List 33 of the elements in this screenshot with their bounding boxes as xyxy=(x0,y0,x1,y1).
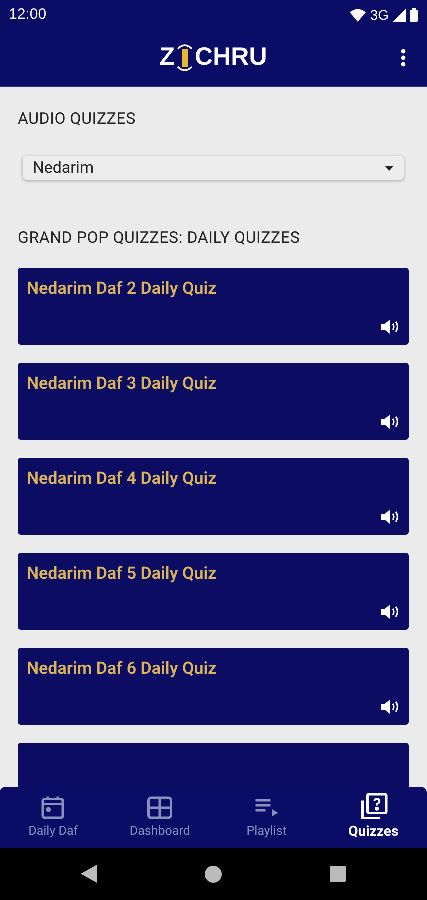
quiz-title: Nedarim Daf 2 Daily Quiz xyxy=(27,279,217,299)
quiz-card[interactable]: Nedarim Daf 2 Daily Quiz xyxy=(18,268,409,345)
speaker-icon[interactable] xyxy=(381,699,401,715)
battery-icon xyxy=(410,8,418,22)
wifi-icon xyxy=(350,8,366,22)
quiz-icon xyxy=(358,792,389,822)
quiz-title: Nedarim Daf 5 Daily Quiz xyxy=(27,564,217,584)
speaker-icon[interactable] xyxy=(381,604,401,620)
quiz-title: Nedarim Daf 3 Daily Quiz xyxy=(27,374,217,394)
status-time: 12:00 xyxy=(9,4,47,25)
speaker-icon[interactable] xyxy=(381,509,401,525)
speaker-icon[interactable] xyxy=(381,319,401,335)
quiz-title: Nedarim Daf 4 Daily Quiz xyxy=(27,469,217,489)
more-icon xyxy=(400,49,406,67)
nav-tab[interactable]: Daily Daf xyxy=(3,787,104,848)
quiz-card[interactable]: Nedarim Daf 6 Daily Quiz xyxy=(18,648,409,725)
home-icon[interactable] xyxy=(205,866,222,882)
app-logo: Z CHRU xyxy=(160,42,268,74)
network-type: 3G xyxy=(370,6,389,24)
section-heading: AUDIO QUIZZES xyxy=(18,108,137,130)
speaker-icon[interactable] xyxy=(381,414,401,430)
nav-tab[interactable]: Playlist xyxy=(216,787,317,848)
quiz-dropdown[interactable]: Nedarim xyxy=(23,156,404,180)
quiz-card[interactable]: Nedarim Daf 4 Daily Quiz xyxy=(18,458,409,535)
nav-tab[interactable]: Dashboard xyxy=(110,787,210,848)
dropdown-caret-icon xyxy=(385,166,394,170)
quiz-title: Nedarim Daf 6 Daily Quiz xyxy=(27,659,217,679)
section-heading: GRAND POP QUIZZES: DAILY QUIZZES xyxy=(18,227,302,249)
signal-icon xyxy=(393,8,406,22)
nav-tab[interactable]: Quizzes xyxy=(324,787,424,848)
quiz-card[interactable]: Nedarim Daf 5 Daily Quiz xyxy=(18,553,409,630)
quiz-card[interactable]: Nedarim Daf 3 Daily Quiz xyxy=(18,363,409,440)
back-icon[interactable] xyxy=(81,865,97,883)
